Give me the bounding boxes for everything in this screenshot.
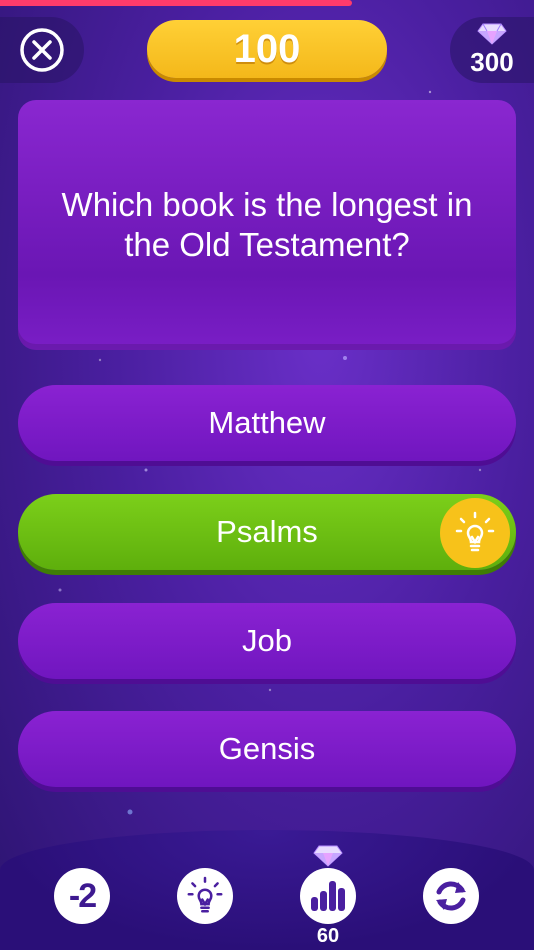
lightbulb-icon xyxy=(455,511,495,552)
question-card: Which book is the longest in the Old Tes… xyxy=(18,100,516,350)
answer-label: Psalms xyxy=(216,514,318,549)
remove-two-label: -2 xyxy=(68,876,97,915)
timer-progress-bar xyxy=(0,0,534,6)
answer-label: Gensis xyxy=(218,731,316,766)
answer-option-2[interactable]: Psalms xyxy=(18,494,516,570)
answer-label: Matthew xyxy=(208,405,326,440)
close-button[interactable] xyxy=(0,17,84,83)
answer-option-4[interactable]: Gensis xyxy=(18,711,516,787)
answer-option-1[interactable]: Matthew xyxy=(18,385,516,461)
poll-cost: 60 xyxy=(316,925,340,947)
bar-chart-icon xyxy=(311,881,345,911)
diamond-icon xyxy=(477,23,507,45)
diamond-icon xyxy=(313,845,343,867)
remove-two-button[interactable]: -2 xyxy=(54,868,110,924)
answer-option-3[interactable]: Job xyxy=(18,603,516,679)
swap-question-button[interactable] xyxy=(423,868,479,924)
hint-button[interactable] xyxy=(177,868,233,924)
score-value: 100 xyxy=(233,26,301,71)
refresh-icon xyxy=(436,881,466,911)
question-text: Which book is the longest in the Old Tes… xyxy=(61,186,473,263)
score-display: 100 xyxy=(147,20,387,78)
hint-marker xyxy=(440,498,510,568)
timer-progress-fill xyxy=(0,0,353,6)
gems-count: 300 xyxy=(470,46,514,77)
answer-label: Job xyxy=(242,623,292,658)
audience-poll-button[interactable] xyxy=(300,868,356,924)
gems-counter[interactable]: 300 xyxy=(450,17,534,83)
close-icon xyxy=(20,28,64,72)
lightbulb-icon xyxy=(187,876,223,913)
